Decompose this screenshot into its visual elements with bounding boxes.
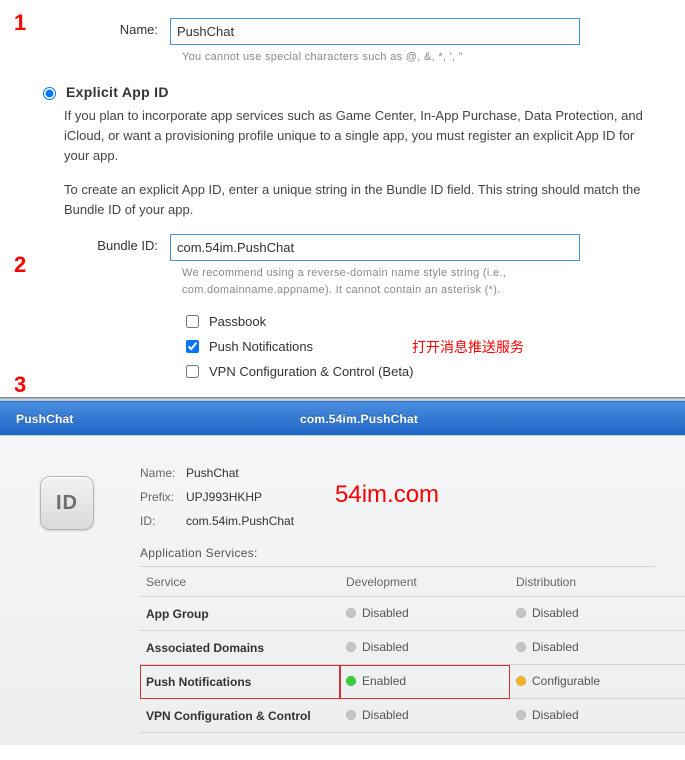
appid-details-panel: ID 54im.com Name: PushChat Prefix: UPJ99… xyxy=(0,435,685,745)
name-hint: You cannot use special characters such a… xyxy=(182,49,592,66)
name-row: Name: xyxy=(30,18,655,45)
service-name: App Group xyxy=(140,597,340,631)
explicit-appid-radio-row[interactable]: Explicit App ID xyxy=(38,84,655,100)
meta-id-key: ID: xyxy=(140,514,186,528)
name-label: Name: xyxy=(30,18,170,37)
table-row: VPN Configuration & ControlDisabledDisab… xyxy=(140,699,685,733)
explicit-appid-title: Explicit App ID xyxy=(66,84,169,100)
table-row: Push NotificationsEnabledConfigurable xyxy=(140,665,685,699)
service-dist-status: Disabled xyxy=(510,631,685,665)
col-service: Service xyxy=(140,567,340,597)
service-dist-status: Disabled xyxy=(510,597,685,631)
push-annotation: 打开消息推送服务 xyxy=(412,337,524,357)
step-marker-1: 1 xyxy=(14,10,26,36)
status-dot-icon xyxy=(346,710,356,720)
service-name: VPN Configuration & Control xyxy=(140,699,340,733)
meta-name-value: PushChat xyxy=(186,466,239,480)
push-notifications-label: Push Notifications xyxy=(209,339,313,354)
status-dot-icon xyxy=(346,608,356,618)
name-input[interactable] xyxy=(170,18,580,45)
meta-prefix-key: Prefix: xyxy=(140,490,186,504)
appid-header-bar: PushChat com.54im.PushChat xyxy=(0,401,685,435)
checkbox-row-passbook[interactable]: Passbook xyxy=(182,312,655,331)
status-dot-icon xyxy=(516,642,526,652)
bundle-id-input[interactable] xyxy=(170,234,580,261)
checkbox-row-vpn[interactable]: VPN Configuration & Control (Beta) xyxy=(182,362,655,381)
explicit-desc-1: If you plan to incorporate app services … xyxy=(64,106,655,166)
col-development: Development xyxy=(340,567,510,597)
service-name: Push Notifications xyxy=(140,665,340,699)
service-dev-status: Disabled xyxy=(340,597,510,631)
table-row: Associated DomainsDisabledDisabled xyxy=(140,631,685,665)
passbook-checkbox[interactable] xyxy=(186,315,199,328)
checkbox-row-push[interactable]: Push Notifications 打开消息推送服务 xyxy=(182,337,655,356)
watermark-text: 54im.com xyxy=(335,481,439,509)
meta-id-value: com.54im.PushChat xyxy=(186,514,294,528)
status-dot-icon xyxy=(516,608,526,618)
service-dev-status: Disabled xyxy=(340,699,510,733)
status-dot-icon xyxy=(516,710,526,720)
status-dot-icon xyxy=(516,676,526,686)
bundle-hint: We recommend using a reverse-domain name… xyxy=(182,265,592,298)
step-marker-3: 3 xyxy=(14,372,26,398)
service-dev-status: Enabled xyxy=(340,665,510,699)
bundle-row: Bundle ID: xyxy=(30,234,655,261)
appid-header-name: PushChat xyxy=(0,412,300,426)
service-dist-status: Configurable xyxy=(510,665,685,699)
passbook-label: Passbook xyxy=(209,314,266,329)
step-marker-2: 2 xyxy=(14,252,26,278)
vpn-checkbox[interactable] xyxy=(186,365,199,378)
id-badge-icon: ID xyxy=(40,476,94,530)
status-dot-icon xyxy=(346,642,356,652)
service-dist-status: Disabled xyxy=(510,699,685,733)
status-dot-icon xyxy=(346,676,356,686)
services-title: Application Services: xyxy=(140,546,655,567)
appid-header-bundle: com.54im.PushChat xyxy=(300,412,685,426)
service-dev-status: Disabled xyxy=(340,631,510,665)
service-name: Associated Domains xyxy=(140,631,340,665)
meta-name-key: Name: xyxy=(140,466,186,480)
explicit-appid-radio[interactable] xyxy=(43,87,56,100)
col-distribution: Distribution xyxy=(510,567,685,597)
services-table: Service Development Distribution App Gro… xyxy=(140,567,685,733)
bundle-label: Bundle ID: xyxy=(30,234,170,253)
vpn-label: VPN Configuration & Control (Beta) xyxy=(209,364,413,379)
push-notifications-checkbox[interactable] xyxy=(186,340,199,353)
explicit-desc-2: To create an explicit App ID, enter a un… xyxy=(64,180,655,220)
table-row: App GroupDisabledDisabled xyxy=(140,597,685,631)
meta-prefix-value: UPJ993HKHP xyxy=(186,490,262,504)
